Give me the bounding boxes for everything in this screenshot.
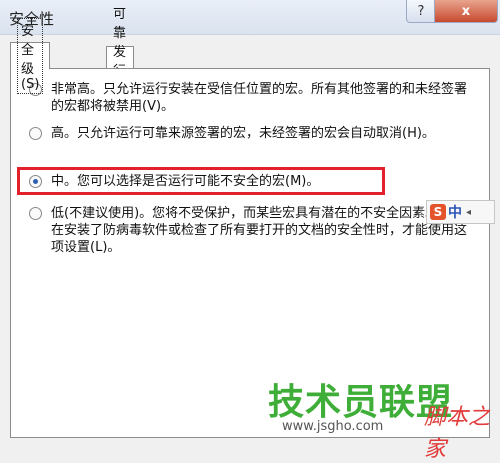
watermark: 技术员联盟 脚本之家 www.jsgho.com xyxy=(268,373,498,462)
tab-security-level-label: 安全级(S) xyxy=(17,18,44,94)
radio-medium[interactable] xyxy=(29,175,42,188)
option-very-high-label: 非常高。只允许运行安装在受信任位置的宏。所有其他签署的和未经签署的宏都将被禁用(… xyxy=(51,82,468,114)
close-button[interactable]: x xyxy=(434,0,498,23)
option-low-label: 低(不建议使用)。您将不受保护，而某些宏具有潜在的不安全因素。只有在安装了防病毒… xyxy=(51,206,468,255)
option-medium-label: 中。您可以选择是否运行可能不安全的宏(M)。 xyxy=(51,174,320,189)
radio-low[interactable] xyxy=(29,207,42,220)
option-high-label: 高。只允许运行可靠来源签署的宏，未经签署的宏会自动取消(H)。 xyxy=(51,126,435,141)
watermark-url: www.jsgho.com xyxy=(282,419,384,434)
tab-security-level[interactable]: 安全级(S) xyxy=(10,18,51,94)
title-bar: 安全性 ? x xyxy=(0,0,500,35)
watermark-side-text: 脚本之家 xyxy=(424,405,491,462)
ime-logo-icon: S xyxy=(430,204,446,220)
ime-mode-label[interactable]: 中 xyxy=(448,202,462,222)
option-high[interactable]: 高。只允许运行可靠来源签署的宏，未经签署的宏会自动取消(H)。 xyxy=(29,125,477,142)
ime-arrow-icon[interactable]: ◂ xyxy=(466,207,471,218)
option-very-high[interactable]: 非常高。只允许运行安装在受信任位置的宏。所有其他签署的和未经签署的宏都将被禁用(… xyxy=(29,81,477,115)
ime-toolbar[interactable]: S 中 ◂ xyxy=(426,200,495,224)
help-button[interactable]: ? xyxy=(406,0,436,23)
radio-high[interactable] xyxy=(29,127,42,140)
tab-trusted-publishers[interactable]: 可靠发行商(I) xyxy=(106,7,134,113)
option-low[interactable]: 低(不建议使用)。您将不受保护，而某些宏具有潜在的不安全因素。只有在安装了防病毒… xyxy=(29,205,477,256)
option-medium[interactable]: 中。您可以选择是否运行可能不安全的宏(M)。 xyxy=(29,173,477,190)
